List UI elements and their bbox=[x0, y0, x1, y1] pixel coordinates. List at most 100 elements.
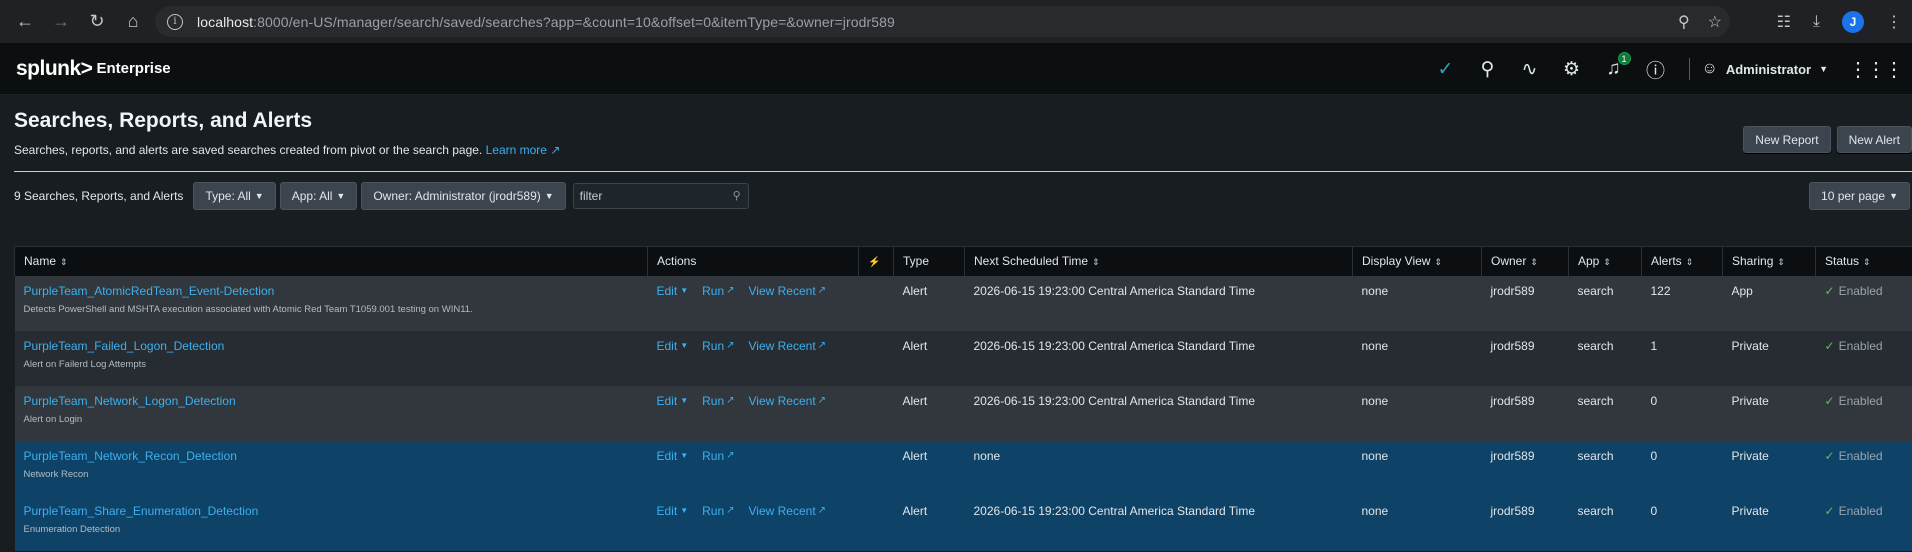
sort-icon: ⇕ bbox=[1685, 257, 1694, 268]
edit-menu-button[interactable]: Edit ▼ bbox=[657, 504, 689, 518]
run-link[interactable]: Run ↗ bbox=[702, 339, 734, 353]
alerts-cell: 0 bbox=[1641, 440, 1723, 496]
alerts-cell: 0 bbox=[1641, 385, 1723, 441]
extensions-icon[interactable]: ☷ bbox=[1777, 12, 1791, 32]
health-check-icon[interactable]: ✓ bbox=[1425, 58, 1467, 81]
product-name: Enterprise bbox=[96, 60, 171, 77]
user-name: Administrator bbox=[1725, 61, 1812, 77]
sharing-cell: App bbox=[1722, 275, 1816, 331]
url-text[interactable]: localhost:8000/en-US/manager/search/save… bbox=[197, 14, 895, 30]
site-info-icon[interactable]: i bbox=[167, 13, 183, 30]
column-status[interactable]: Status ⇕ bbox=[1815, 246, 1912, 276]
external-link-icon: ↗ bbox=[726, 395, 735, 406]
search-name-link[interactable]: PurpleTeam_Network_Recon_Detection bbox=[24, 449, 639, 463]
back-icon[interactable]: ← bbox=[8, 5, 42, 39]
search-icon[interactable]: ⚲ bbox=[1467, 58, 1509, 81]
bookmark-star-icon[interactable]: ☆ bbox=[1708, 12, 1722, 32]
search-name-link[interactable]: PurpleTeam_Network_Logon_Detection bbox=[24, 394, 639, 408]
table-row: PurpleTeam_Network_Logon_Detection Alert… bbox=[14, 385, 1912, 441]
apps-grid-icon[interactable]: ⋮⋮⋮ bbox=[1848, 57, 1904, 82]
search-name-link[interactable]: PurpleTeam_Failed_Logon_Detection bbox=[24, 339, 639, 353]
column-owner[interactable]: Owner ⇕ bbox=[1481, 246, 1569, 276]
owner-filter-dropdown[interactable]: Owner: Administrator (jrodr589) ▼ bbox=[361, 182, 566, 210]
app-cell: search bbox=[1568, 385, 1642, 441]
browser-menu-icon[interactable]: ⋮ bbox=[1886, 12, 1902, 32]
view-recent-link[interactable]: View Recent ↗ bbox=[749, 394, 827, 408]
owner-cell: jrodr589 bbox=[1481, 385, 1569, 441]
notifications-bell-icon[interactable]: ♫ 1 bbox=[1593, 52, 1635, 80]
actions-cell: Edit ▼ Run ↗ View Recent ↗ bbox=[647, 385, 894, 441]
column-app[interactable]: App ⇕ bbox=[1568, 246, 1642, 276]
sharing-cell: Private bbox=[1722, 495, 1816, 551]
external-link-icon: ↗ bbox=[817, 285, 827, 296]
column-sharing[interactable]: Sharing ⇕ bbox=[1722, 246, 1816, 276]
type-cell: Alert bbox=[893, 495, 965, 551]
view-recent-link[interactable]: View Recent ↗ bbox=[749, 284, 827, 298]
chevron-down-icon: ▼ bbox=[544, 191, 554, 201]
view-recent-link[interactable]: View Recent ↗ bbox=[749, 504, 827, 518]
status-cell: ✓ Enabled bbox=[1815, 440, 1912, 496]
notification-badge: 1 bbox=[1617, 52, 1631, 65]
type-cell: Alert bbox=[893, 440, 965, 496]
run-link[interactable]: Run ↗ bbox=[702, 449, 734, 463]
reload-icon[interactable]: ↻ bbox=[80, 5, 114, 39]
run-link[interactable]: Run ↗ bbox=[702, 284, 734, 298]
search-description: Alert on Login bbox=[23, 413, 83, 425]
display-view-cell: none bbox=[1352, 440, 1482, 496]
column-actions: Actions bbox=[647, 246, 859, 276]
chevron-down-icon: ▼ bbox=[254, 191, 264, 201]
sharing-cell: Private bbox=[1722, 385, 1816, 441]
new-alert-button[interactable]: New Alert bbox=[1836, 126, 1912, 153]
display-view-cell: none bbox=[1352, 330, 1482, 386]
splunk-header: splunk> Enterprise ✓ ⚲ ∿ ⚙ ♫ 1 ⓘ ☺ Admini… bbox=[0, 43, 1912, 95]
filter-input[interactable]: filter ⚲ bbox=[572, 183, 749, 209]
chevron-down-icon: ▼ bbox=[680, 341, 689, 350]
type-filter-dropdown[interactable]: Type: All ▼ bbox=[193, 182, 276, 210]
run-link[interactable]: Run ↗ bbox=[702, 504, 734, 518]
lightning-icon: ⚡ bbox=[868, 257, 881, 269]
search-name-link[interactable]: PurpleTeam_AtomicRedTeam_Event-Detection bbox=[24, 284, 639, 298]
edit-menu-button[interactable]: Edit ▼ bbox=[657, 339, 689, 353]
profile-avatar[interactable]: J bbox=[1842, 10, 1864, 33]
edit-menu-button[interactable]: Edit ▼ bbox=[657, 394, 689, 408]
app-cell: search bbox=[1568, 330, 1642, 386]
activity-icon[interactable]: ∿ bbox=[1509, 58, 1551, 81]
learn-more-link[interactable]: Learn more ↗ bbox=[486, 143, 561, 157]
alerts-cell: 0 bbox=[1641, 495, 1723, 551]
address-bar[interactable]: i localhost:8000/en-US/manager/search/sa… bbox=[155, 6, 1730, 37]
new-report-button[interactable]: New Report bbox=[1743, 126, 1831, 153]
alerts-cell: 1 bbox=[1641, 330, 1723, 386]
view-recent-link[interactable]: View Recent ↗ bbox=[749, 339, 827, 353]
column-name[interactable]: Name ⇕ bbox=[14, 246, 648, 276]
display-view-cell: none bbox=[1352, 385, 1482, 441]
sort-icon: ⇕ bbox=[1777, 257, 1785, 268]
run-link[interactable]: Run ↗ bbox=[702, 394, 734, 408]
sort-icon: ⇕ bbox=[1530, 257, 1538, 268]
forward-icon[interactable]: → bbox=[44, 5, 78, 39]
edit-menu-button[interactable]: Edit ▼ bbox=[657, 284, 689, 298]
edit-menu-button[interactable]: Edit ▼ bbox=[657, 449, 689, 463]
next-scheduled-cell: 2026-06-15 19:23:00 Central America Stan… bbox=[964, 495, 1353, 551]
owner-cell: jrodr589 bbox=[1481, 440, 1569, 496]
column-next-scheduled[interactable]: Next Scheduled Time ⇕ bbox=[964, 246, 1353, 276]
per-page-dropdown[interactable]: 10 per page ▼ bbox=[1809, 182, 1910, 210]
chevron-down-icon: ▼ bbox=[680, 506, 689, 515]
help-icon[interactable]: ⓘ bbox=[1635, 56, 1677, 83]
user-menu[interactable]: ☺ Administrator ▼ bbox=[1702, 60, 1829, 78]
home-icon[interactable]: ⌂ bbox=[116, 5, 150, 39]
column-display-view[interactable]: Display View ⇕ bbox=[1352, 246, 1482, 276]
sharing-cell: Private bbox=[1722, 440, 1816, 496]
external-link-icon: ↗ bbox=[550, 143, 561, 157]
column-alerts[interactable]: Alerts ⇕ bbox=[1641, 246, 1723, 276]
splunk-logo[interactable]: splunk> bbox=[16, 57, 93, 81]
zoom-icon[interactable]: ⚲ bbox=[1678, 12, 1690, 32]
download-icon[interactable]: ⤓ bbox=[1813, 13, 1820, 31]
top-actions: New Report New Alert bbox=[1743, 126, 1912, 153]
app-filter-dropdown[interactable]: App: All ▼ bbox=[279, 182, 358, 210]
actions-cell: Edit ▼ Run ↗ View Recent ↗ bbox=[647, 495, 894, 551]
search-name-link[interactable]: PurpleTeam_Share_Enumeration_Detection bbox=[24, 504, 639, 518]
external-link-icon: ↗ bbox=[817, 395, 827, 406]
table-row: PurpleTeam_Share_Enumeration_Detection E… bbox=[14, 495, 1912, 551]
gear-icon[interactable]: ⚙ bbox=[1551, 58, 1593, 81]
owner-cell: jrodr589 bbox=[1481, 330, 1569, 386]
